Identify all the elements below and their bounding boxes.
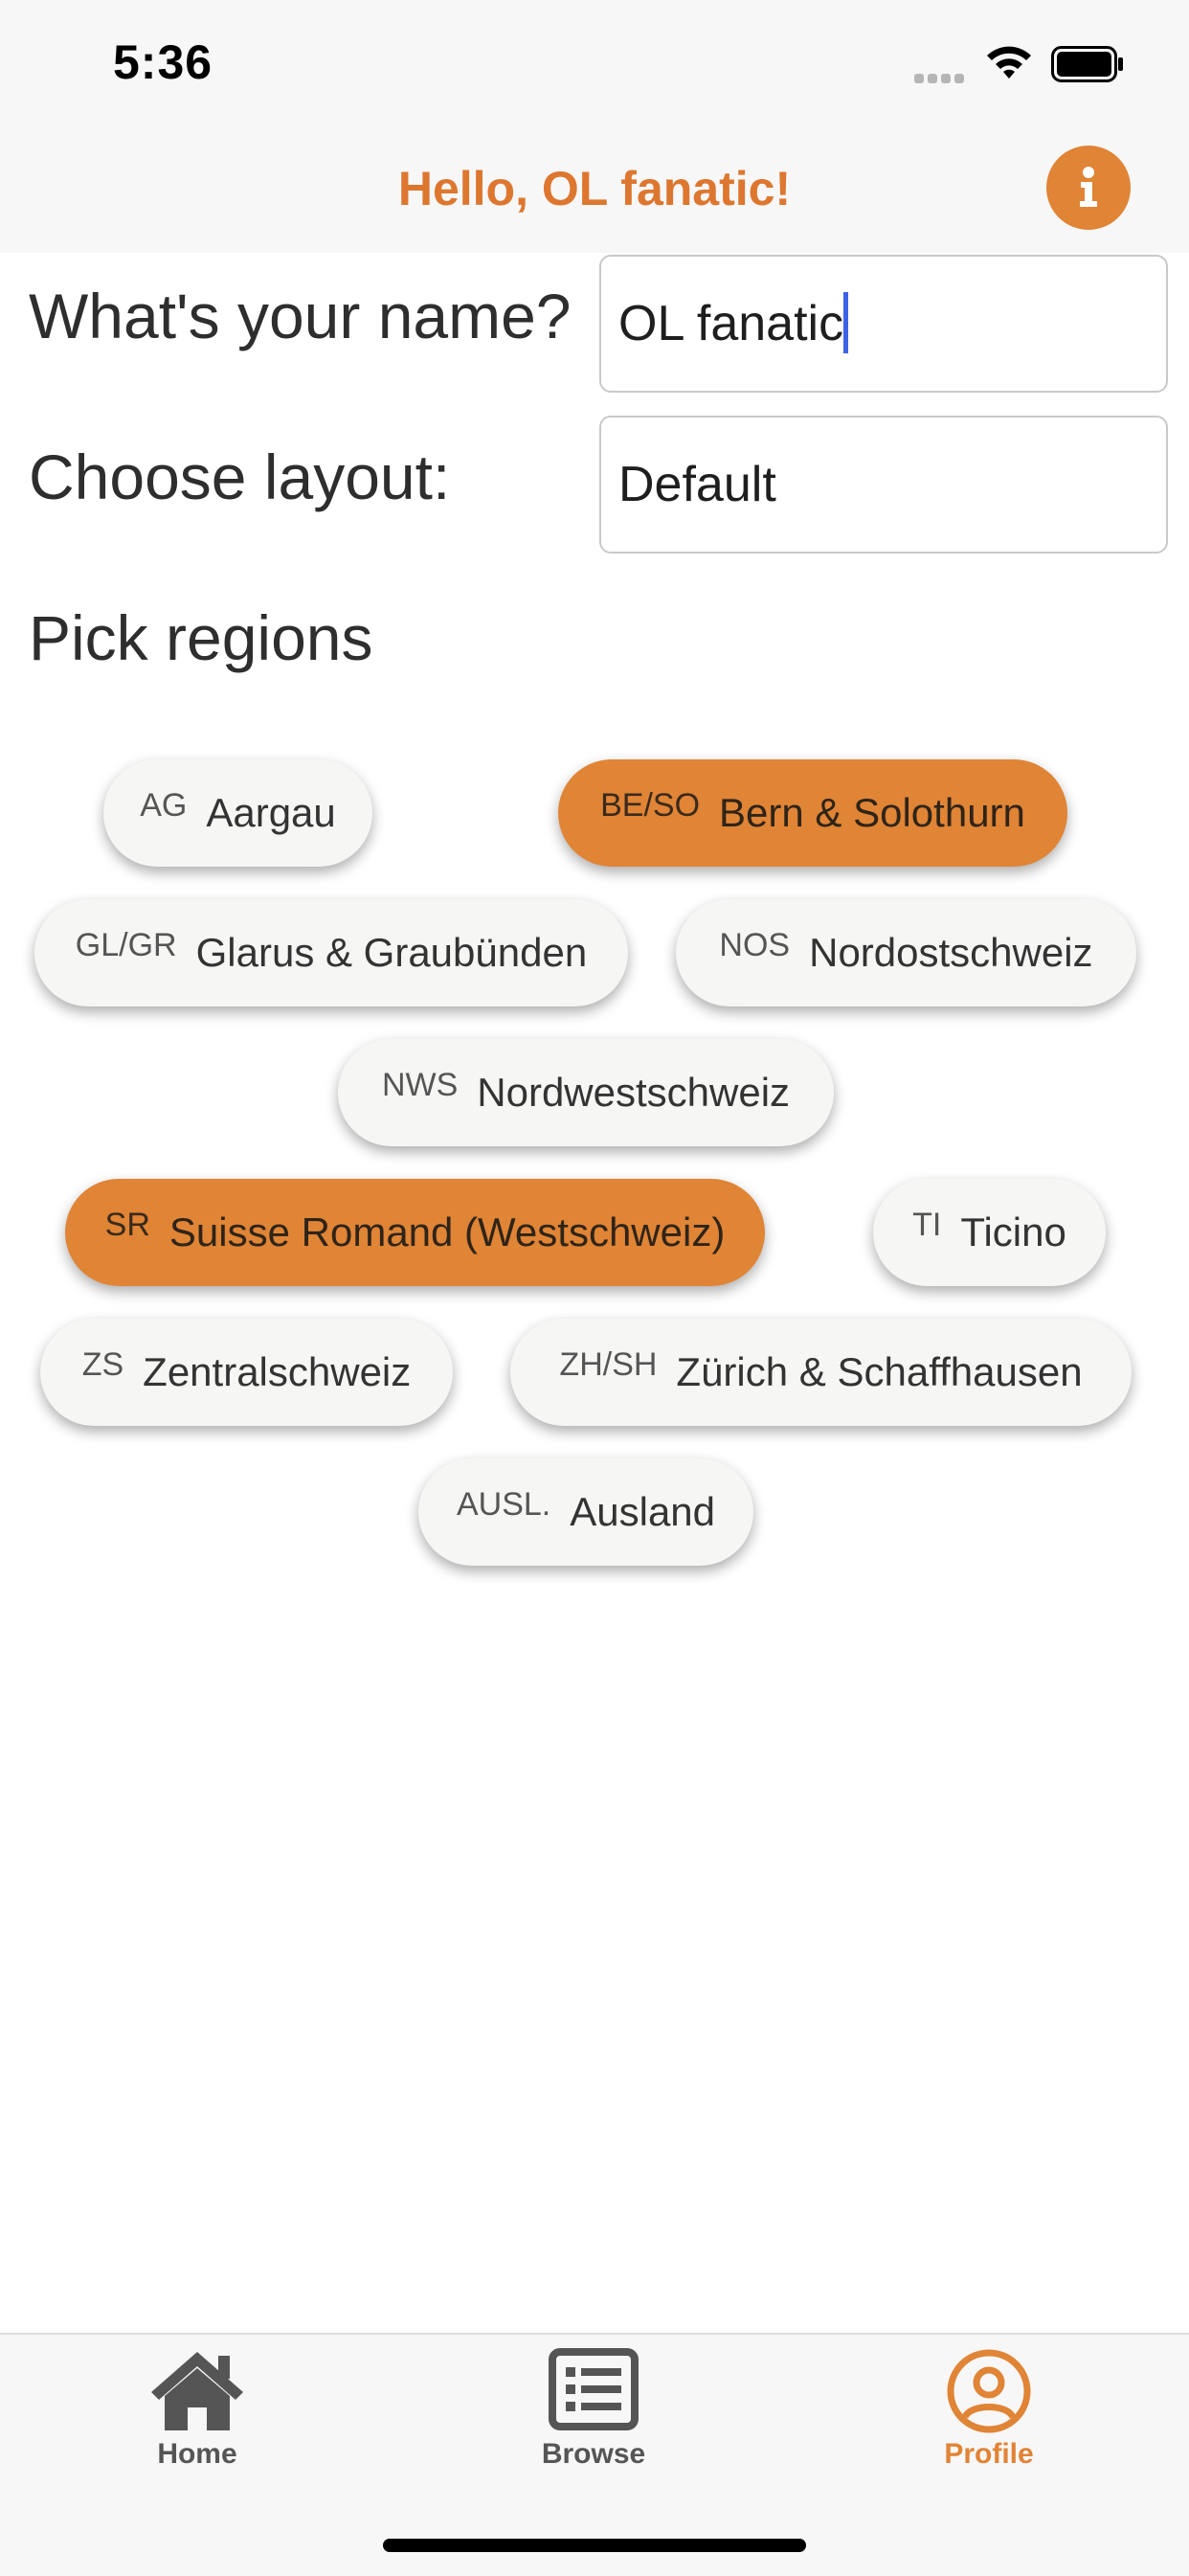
region-chip-be-so[interactable]: BE/SO Bern & Solothurn [558,759,1067,867]
region-chip-nws[interactable]: NWS Nordwestschweiz [338,1039,834,1146]
region-name: Nordwestschweiz [477,1070,791,1115]
region-name: Aargau [206,790,336,835]
region-chip-ausl[interactable]: AUSL. Ausland [418,1458,753,1566]
region-chip-zs[interactable]: ZS Zentralschweiz [40,1319,453,1426]
region-name: Zentralschweiz [143,1349,412,1394]
region-code: ZS [81,1345,124,1383]
layout-select-value: Default [618,457,776,512]
region-name: Suisse Romand (Westschweiz) [168,1209,726,1254]
region-code: GL/GR [75,926,177,963]
list-icon [549,2348,639,2430]
name-input-value: OL fanatic [618,296,844,351]
region-name: Glarus & Graubünden [195,930,588,975]
region-name: Ticino [960,1209,1066,1254]
status-bar: 5:36 [0,0,1189,134]
region-chip-sr[interactable]: SR Suisse Romand (Westschweiz) [65,1179,765,1286]
region-code: SR [104,1206,150,1243]
cellular-signal-icon [914,71,970,83]
region-name: Bern & Solothurn [719,790,1025,835]
region-chip-nos[interactable]: NOS Nordostschweiz [676,899,1136,1006]
text-caret [843,292,849,354]
region-code: AUSL. [456,1485,551,1523]
name-input[interactable]: OL fanatic [599,255,1168,393]
home-icon [151,2352,243,2430]
wifi-icon [987,46,1031,79]
region-chip-ti[interactable]: TI Ticino [873,1179,1106,1286]
profile-icon [947,2349,1031,2433]
tab-home[interactable]: Home [54,2335,341,2488]
layout-label: Choose layout: [29,441,451,512]
name-label: What's your name? [29,281,572,351]
status-time: 5:36 [113,35,213,89]
tab-profile[interactable]: Profile [845,2335,1133,2488]
region-code: NWS [381,1066,459,1103]
tab-label: Home [157,2438,237,2470]
region-chip-ag[interactable]: AG Aargau [103,759,372,867]
region-code: BE/SO [600,786,701,824]
regions-title: Pick regions [29,602,373,673]
region-chip-gl-gr[interactable]: GL/GR Glarus & Graubünden [34,899,628,1006]
region-code: AG [140,786,188,824]
tab-label: Profile [944,2438,1034,2470]
region-code: NOS [719,926,791,963]
info-button[interactable] [1046,146,1131,230]
battery-icon [1051,46,1123,82]
page-title: Hello, OL fanatic! [397,162,792,215]
region-name: Zürich & Schaffhausen [676,1349,1083,1394]
region-code: ZH/SH [559,1345,658,1383]
info-icon [1080,167,1097,207]
region-chip-zh-sh[interactable]: ZH/SH Zürich & Schaffhausen [510,1319,1132,1426]
nav-header: Hello, OL fanatic! [0,134,1189,253]
home-indicator[interactable] [383,2539,806,2552]
tab-label: Browse [541,2438,646,2470]
region-name: Nordostschweiz [809,930,1093,975]
region-code: TI [912,1206,942,1243]
layout-select[interactable]: Default [599,416,1168,554]
region-name: Ausland [570,1489,716,1534]
tab-browse[interactable]: Browse [450,2335,737,2488]
